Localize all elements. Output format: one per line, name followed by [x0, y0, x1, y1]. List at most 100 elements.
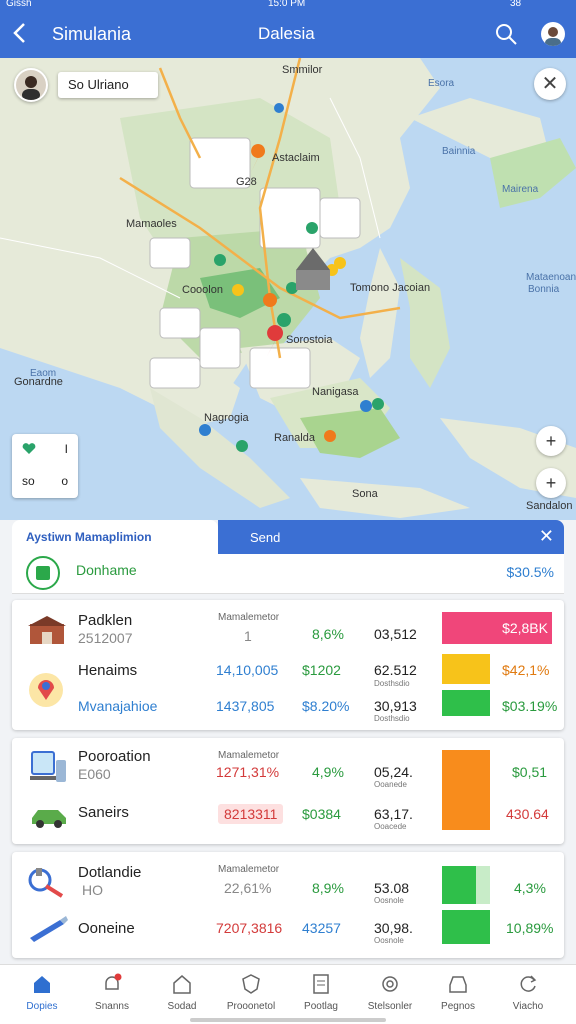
tab-summary[interactable]: Aystiwn Mamaplimion [12, 520, 218, 554]
map-label-city: Cooolon [182, 284, 223, 296]
summary-name: Donhame [76, 562, 137, 578]
map-label-road: Tomono Jacoian [350, 282, 431, 294]
battery-label: 38 [510, 0, 522, 9]
row-col1: 8213311 [218, 804, 284, 824]
metric-bar [442, 690, 490, 716]
car-icon [28, 804, 70, 834]
map-view[interactable]: So Ulriano ✕ Astaclaim Cooolon Sorostoia… [0, 58, 576, 520]
close-icon[interactable]: ✕ [539, 526, 554, 547]
document-icon [26, 556, 60, 590]
row-bar-value: $03.19% [502, 698, 558, 714]
row-col1: 14,10,005 [216, 662, 279, 678]
house-icon [171, 973, 193, 995]
row-col3: 03,512 [374, 626, 417, 642]
summary-percent: $30.5% [506, 564, 554, 580]
row-col1: 22,61% [224, 880, 272, 896]
tab-send[interactable]: Send ✕ [218, 520, 564, 554]
row-col2: $1202 [302, 662, 341, 678]
zoom-in-button[interactable]: + [536, 426, 566, 456]
refresh-icon [517, 973, 539, 995]
region-title: Dalesia [258, 24, 315, 43]
map-label-road: Smmilor [282, 64, 323, 76]
nav-item-house[interactable]: Sodad [150, 973, 214, 1019]
map-user-avatar[interactable] [14, 68, 48, 102]
nav-item-refresh[interactable]: Viacho [496, 973, 560, 1019]
user-avatar[interactable] [541, 22, 565, 46]
column-header: Mamalemetor [218, 864, 280, 875]
row-col3: 62.512 [374, 662, 417, 678]
status-bar: Gissh 15:0 PM 38 [0, 0, 576, 10]
location-chip[interactable]: So Ulriano [58, 72, 158, 98]
close-icon[interactable]: ✕ [534, 68, 566, 100]
gear-icon [379, 973, 401, 995]
app-header: Simulania Dalesia [0, 10, 576, 58]
row-bar-value: 4,3% [514, 880, 546, 896]
tray-icon [447, 973, 469, 995]
map-label-city: Ranalda [274, 432, 315, 444]
column-header: Mamalemetor [218, 612, 280, 623]
map-label-city: Nagrogia [204, 412, 249, 424]
map-label-city: Gonardne [14, 376, 63, 388]
legend-value: o [61, 474, 68, 488]
bell-icon [101, 973, 123, 995]
row-col3: 30,98. [374, 920, 413, 936]
row-col2: $8.20% [302, 698, 350, 714]
map-label-city: Nanigasa [312, 386, 359, 398]
metric-bar [442, 910, 490, 944]
stats-card: Mamalemetor Padklen 2512007 1 8,6% 03,51… [12, 600, 564, 730]
panel-tabs: Aystiwn Mamaplimion Send ✕ [12, 520, 564, 554]
row-bar-value: 430.64 [506, 806, 549, 822]
nav-item-home[interactable]: Dopies [10, 973, 74, 1019]
stats-card: Mamalemetor Dotlandie HO 22,61% 8,9% 53.… [12, 852, 564, 958]
home-icon [31, 973, 53, 995]
map-label-city: Sorostoia [286, 334, 333, 346]
metric-bar: $2,8BK [442, 612, 552, 644]
row-col3: 63,17. [374, 806, 413, 822]
row-sub: 2512007 [78, 630, 133, 646]
row-col1: 7207,3816 [216, 920, 283, 936]
row-col3-sub: Oosnole [374, 936, 404, 945]
home-indicator [190, 1018, 386, 1022]
row-col2: $0384 [302, 806, 341, 822]
page-title: Simulania [52, 24, 132, 44]
nav-item-documents[interactable]: Pootlag [289, 973, 353, 1019]
row-col3-sub: Dosthsdio [374, 679, 410, 688]
map-label-city: Astaclaim [272, 152, 320, 164]
map-label-sea: Bainnia [442, 146, 476, 157]
metric-bar [442, 866, 476, 904]
document-icon [310, 973, 332, 995]
row-name: Mvanajahioe [78, 698, 158, 714]
map-label-sea: Mataenoan [526, 272, 576, 283]
row-name: Ooneine [78, 920, 135, 937]
metric-bar [442, 654, 490, 684]
row-col2: 43257 [302, 920, 341, 936]
row-bar-value: $0,51 [512, 764, 548, 780]
map-label-sea: Mairena [502, 184, 539, 195]
add-marker-button[interactable]: + [536, 468, 566, 498]
summary-row[interactable]: Donhame $30.5% [12, 554, 564, 594]
map-label-sea: Bonnia [528, 284, 560, 295]
row-col2: 8,9% [312, 880, 344, 896]
stats-card: Mamalemetor Pooroation E060 1271,31% 4,9… [12, 738, 564, 844]
tools-icon [26, 864, 68, 898]
nav-item-inbox[interactable]: Pegnos [426, 973, 490, 1019]
row-col1: 1 [244, 628, 252, 644]
search-icon[interactable] [494, 22, 518, 46]
back-arrow-icon[interactable] [10, 20, 32, 46]
row-bar-value: $42,1% [502, 662, 550, 678]
nav-item-protection[interactable]: Prooonetol [219, 973, 283, 1019]
nav-item-notifications[interactable]: Snanns [80, 973, 144, 1019]
map-label-road: G28 [236, 176, 257, 188]
map-label-city: Sona [352, 488, 378, 500]
location-icon [28, 672, 70, 707]
row-col3-sub: Ooanede [374, 780, 407, 789]
row-col3-sub: Oosnole [374, 896, 404, 905]
nav-item-settings[interactable]: Stelsonler [358, 973, 422, 1019]
row-name: Padklen [78, 612, 133, 629]
map-label-city: Mamaoles [126, 218, 177, 230]
row-col2: 8,6% [312, 626, 344, 642]
row-col2: 4,9% [312, 764, 344, 780]
map-legend-card[interactable]: I so o [12, 434, 78, 498]
map-label-sea: Esora [428, 78, 455, 89]
tab-send-label: Send [250, 530, 281, 545]
